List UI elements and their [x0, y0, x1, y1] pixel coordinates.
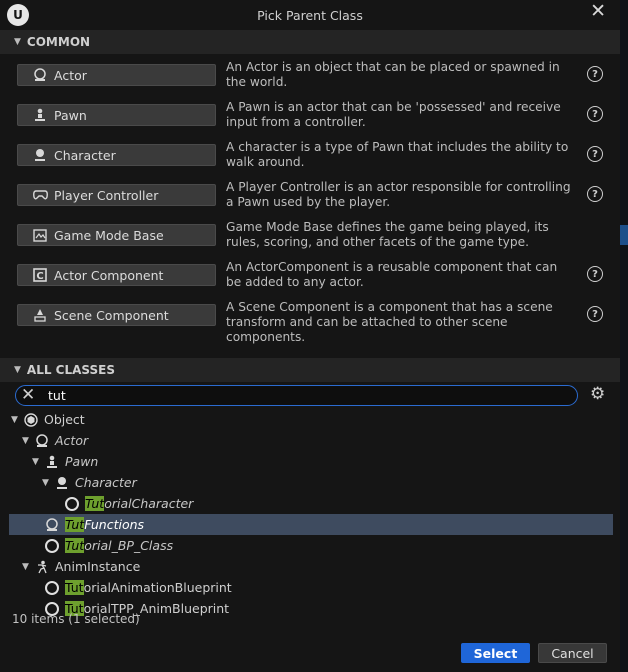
gamepad-icon — [32, 187, 48, 203]
common-row-character: Character A character is a type of Pawn … — [0, 137, 620, 177]
character-icon — [32, 147, 48, 163]
tree-item-actor[interactable]: ▼ Actor — [9, 430, 613, 451]
gear-icon[interactable]: ⚙ — [590, 386, 605, 403]
search-match-highlight: Tut — [65, 517, 85, 532]
tree-item-object[interactable]: ▼ Object — [9, 409, 613, 430]
collapse-triangle-icon: ▼ — [14, 37, 21, 47]
scene-component-description: A Scene Component is a component that ha… — [226, 300, 553, 344]
svg-text:C: C — [36, 271, 43, 282]
blueprint-class-icon — [64, 496, 80, 512]
collapse-triangle-icon: ▼ — [14, 365, 21, 375]
pawn-icon — [44, 454, 60, 470]
anim-instance-icon — [34, 559, 50, 575]
help-icon[interactable]: ? — [587, 66, 603, 82]
game-mode-icon — [32, 227, 48, 243]
pawn-icon — [32, 107, 48, 123]
help-icon[interactable]: ? — [587, 266, 603, 282]
tree-item-tut-functions[interactable]: TutFunctions — [9, 514, 613, 535]
common-row-game-mode-base: Game Mode Base Game Mode Base defines th… — [0, 217, 620, 257]
all-classes-section-header[interactable]: ▼ ALL CLASSES — [0, 358, 620, 382]
common-row-scene-component: Scene Component A Scene Component is a c… — [0, 297, 620, 344]
cancel-button[interactable]: Cancel — [538, 643, 607, 663]
blueprint-class-icon — [44, 538, 60, 554]
class-tree: ▼ Object ▼ Actor ▼ Pawn ▼ Character Tuto… — [0, 409, 620, 619]
search-match-highlight: Tut — [85, 496, 105, 511]
actor-description: An Actor is an object that can be placed… — [226, 60, 560, 89]
pawn-button[interactable]: Pawn — [17, 104, 216, 126]
class-search-input[interactable]: ✕ tut — [15, 385, 578, 406]
search-match-highlight: Tut — [65, 538, 85, 553]
actor-component-icon: C — [32, 267, 48, 283]
common-row-actor-component: C Actor Component An ActorComponent is a… — [0, 257, 620, 297]
character-icon — [54, 475, 70, 491]
search-value: tut — [48, 388, 66, 403]
actor-sphere-icon — [44, 517, 60, 533]
help-icon[interactable]: ? — [587, 146, 603, 162]
search-match-highlight: Tut — [65, 580, 84, 595]
close-icon[interactable]: ✕ — [590, 2, 606, 21]
expand-arrow-icon[interactable]: ▼ — [30, 457, 41, 467]
select-button[interactable]: Select — [461, 643, 530, 663]
expand-arrow-icon[interactable]: ▼ — [40, 478, 51, 488]
actor-sphere-icon — [32, 67, 48, 83]
character-button[interactable]: Character — [17, 144, 216, 166]
expand-arrow-icon[interactable]: ▼ — [9, 415, 20, 425]
help-icon[interactable]: ? — [587, 106, 603, 122]
tree-item-tutorial-character[interactable]: TutorialCharacter — [9, 493, 613, 514]
actor-component-button[interactable]: C Actor Component — [17, 264, 216, 286]
actor-component-description: An ActorComponent is a reusable componen… — [226, 260, 558, 289]
common-class-list: Actor An Actor is an object that can be … — [0, 54, 620, 354]
tree-item-tutorial-bp-class[interactable]: Tutorial_BP_Class — [9, 535, 613, 556]
title-bar: U Pick Parent Class ✕ — [0, 0, 620, 30]
player-controller-button[interactable]: Player Controller — [17, 184, 216, 206]
help-icon[interactable]: ? — [587, 306, 603, 322]
tree-item-character[interactable]: ▼ Character — [9, 472, 613, 493]
tree-item-anim-instance[interactable]: ▼ AnimInstance — [9, 556, 613, 577]
clear-search-icon[interactable]: ✕ — [21, 386, 35, 404]
background-edge — [620, 0, 628, 672]
game-mode-base-button[interactable]: Game Mode Base — [17, 224, 216, 246]
pick-parent-class-dialog: U Pick Parent Class ✕ ▼ COMMON Actor An … — [0, 0, 620, 672]
player-controller-description: A Player Controller is an actor responsi… — [226, 180, 571, 209]
item-count-status: 10 items (1 selected) — [12, 612, 140, 626]
help-icon[interactable]: ? — [587, 186, 603, 202]
pawn-description: A Pawn is an actor that can be 'possesse… — [226, 100, 561, 129]
actor-sphere-icon — [34, 433, 50, 449]
expand-arrow-icon[interactable]: ▼ — [20, 562, 31, 572]
common-row-actor: Actor An Actor is an object that can be … — [0, 57, 620, 97]
common-row-pawn: Pawn A Pawn is an actor that can be 'pos… — [0, 97, 620, 137]
dialog-title: Pick Parent Class — [257, 8, 363, 23]
object-icon — [23, 412, 39, 428]
scene-component-button[interactable]: Scene Component — [17, 304, 216, 326]
common-row-player-controller: Player Controller A Player Controller is… — [0, 177, 620, 217]
search-row: ✕ tut ⚙ — [0, 382, 620, 409]
game-mode-base-description: Game Mode Base defines the game being pl… — [226, 220, 549, 249]
scene-component-icon — [32, 307, 48, 323]
actor-button[interactable]: Actor — [17, 64, 216, 86]
tree-item-tutorial-animation-blueprint[interactable]: TutorialAnimationBlueprint — [9, 577, 613, 598]
tree-item-pawn[interactable]: ▼ Pawn — [9, 451, 613, 472]
expand-arrow-icon[interactable]: ▼ — [20, 436, 31, 446]
common-section-header[interactable]: ▼ COMMON — [0, 30, 620, 54]
blueprint-class-icon — [44, 580, 60, 596]
character-description: A character is a type of Pawn that inclu… — [226, 140, 569, 169]
